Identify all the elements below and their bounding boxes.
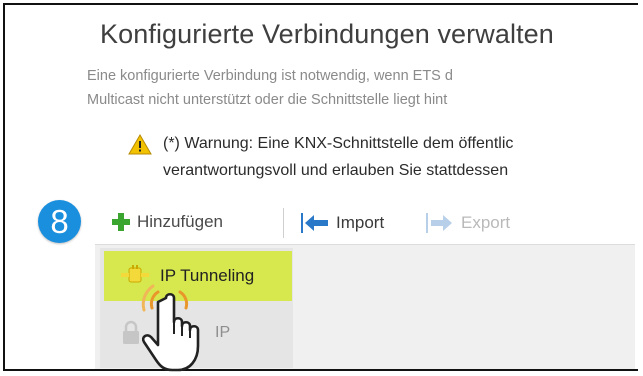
warning-line-1: (*) Warnung: Eine KNX-Schnittstelle dem … [163, 135, 514, 152]
import-button-label: Import [336, 213, 385, 232]
hand-cursor-icon [141, 284, 200, 372]
step-badge: 8 [38, 200, 81, 243]
add-button-label: Hinzufügen [137, 212, 224, 231]
import-button[interactable]: Import [300, 212, 384, 234]
export-button-label: Export [461, 213, 511, 232]
toolbar-separator [283, 208, 284, 238]
warning-line-2: verantwortungsvoll und erlauben Sie stat… [163, 162, 509, 179]
description-line-1: Eine konfigurierte Verbindung ist notwen… [87, 68, 453, 84]
export-icon [426, 213, 452, 233]
page-title: Konfigurierte Verbindungen verwalten [100, 19, 554, 49]
add-button[interactable]: Hinzufügen [111, 212, 223, 232]
description-line-2: Multicast nicht unterstützt oder die Sch… [87, 92, 448, 108]
export-button[interactable]: Export [425, 212, 510, 234]
import-icon [301, 213, 328, 233]
plus-icon [112, 213, 130, 231]
warning-icon [128, 134, 152, 155]
